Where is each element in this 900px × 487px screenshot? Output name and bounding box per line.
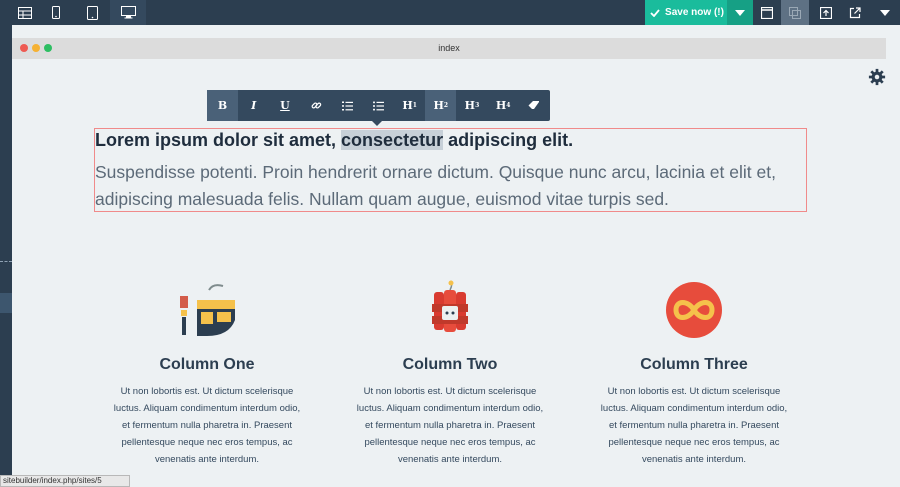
- unordered-list-icon[interactable]: [363, 90, 394, 121]
- column-text: Ut non lobortis est. Ut dictum scelerisq…: [600, 386, 788, 465]
- underline-button[interactable]: U: [269, 90, 300, 121]
- bold-button[interactable]: B: [207, 90, 239, 121]
- top-toolbar: Save now (!): [0, 0, 900, 25]
- duplicate-icon[interactable]: [781, 0, 809, 25]
- heading-2-button[interactable]: H2: [425, 90, 457, 121]
- desktop-icon[interactable]: [110, 0, 146, 25]
- heading-3-button[interactable]: H3: [456, 90, 487, 121]
- left-sidebar-strip: [0, 25, 12, 487]
- dynamite-icon: [432, 280, 468, 332]
- paint-brush-icon: [180, 284, 235, 336]
- heading-1-button[interactable]: H1: [394, 90, 425, 121]
- save-options-dropdown[interactable]: [727, 0, 753, 25]
- editable-text-block[interactable]: Lorem ipsum dolor sit amet, consectetur …: [94, 128, 807, 212]
- browser-frame-bar: index: [12, 38, 886, 59]
- tablet-icon[interactable]: [74, 0, 110, 25]
- italic-button[interactable]: I: [238, 90, 269, 121]
- headline-text-end: adipiscing elit.: [443, 130, 574, 150]
- chevron-down-icon: [735, 9, 745, 16]
- headline-text: Lorem ipsum dolor sit amet,: [95, 130, 342, 150]
- column-title: Column One: [159, 356, 255, 373]
- text-editor-toolbar: B I U H1 H2 H3 H4: [207, 90, 550, 121]
- gear-icon[interactable]: [868, 68, 886, 86]
- column-title: Column Two: [402, 356, 498, 373]
- more-chevron-down-icon[interactable]: [870, 0, 900, 25]
- selected-text: consectetur: [341, 130, 444, 150]
- ordered-list-icon[interactable]: [332, 90, 363, 121]
- infinity-icon: [666, 282, 722, 338]
- check-icon: [650, 8, 660, 17]
- headline[interactable]: Lorem ipsum dolor sit amet, consectetur …: [95, 129, 808, 151]
- eraser-icon[interactable]: [519, 90, 550, 121]
- link-icon[interactable]: [301, 90, 332, 121]
- preview-icon[interactable]: [753, 0, 781, 25]
- sidebar-divider: [0, 261, 12, 262]
- column-text: Ut non lobortis est. Ut dictum scelerisq…: [113, 386, 301, 465]
- sidebar-active-marker[interactable]: [0, 293, 12, 313]
- body-paragraph[interactable]: Suspendisse potenti. Proin hendrerit orn…: [95, 159, 808, 213]
- column-text: Ut non lobortis est. Ut dictum scelerisq…: [356, 386, 544, 465]
- mobile-icon[interactable]: [38, 0, 74, 25]
- toolbar-pointer: [372, 121, 382, 126]
- external-link-icon[interactable]: [841, 0, 869, 25]
- heading-4-button[interactable]: H4: [488, 90, 519, 121]
- browser-title: index: [438, 43, 460, 53]
- status-bar-url: sitebuilder/index.php/sites/5: [0, 475, 130, 487]
- column-title: Column Three: [640, 356, 748, 373]
- export-icon[interactable]: [812, 0, 840, 25]
